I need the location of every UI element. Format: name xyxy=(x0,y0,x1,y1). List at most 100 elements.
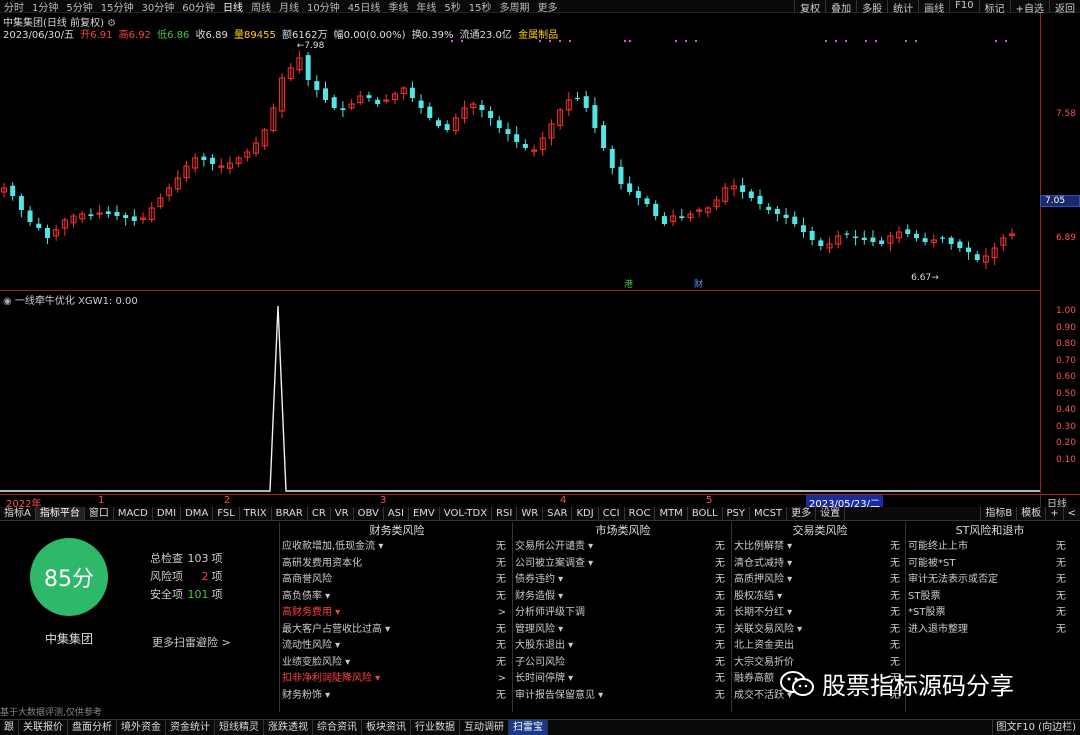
tabbar-right-button[interactable]: < xyxy=(1062,507,1080,520)
bottom-tab[interactable]: 跟 xyxy=(0,720,19,735)
indicator-tab[interactable]: DMA xyxy=(181,507,214,520)
indicator-tab[interactable]: MCST xyxy=(750,507,788,520)
timeframe-tab[interactable]: 多周期 xyxy=(496,0,534,14)
bottom-tab[interactable]: 盘面分析 xyxy=(68,720,117,735)
risk-item[interactable]: ST股票 无 xyxy=(908,589,1072,606)
risk-item[interactable]: 财务粉饰 ▾ 无 xyxy=(282,688,512,705)
indicator-tab[interactable]: CR xyxy=(308,507,331,520)
tabbar-right-button[interactable]: 指标B xyxy=(980,507,1016,520)
toolbar-button[interactable]: 多股 xyxy=(856,0,887,15)
indicator-tab[interactable]: ROC xyxy=(625,507,656,520)
bottom-tab[interactable]: 关联报价 xyxy=(19,720,68,735)
toolbar-button[interactable]: 返回 xyxy=(1049,0,1080,15)
timeframe-tab[interactable]: 日线 xyxy=(219,0,247,14)
indicator-tab[interactable]: 指标A xyxy=(0,507,36,520)
risk-item[interactable]: 大比例解禁 ▾ 无 xyxy=(734,539,906,556)
timeframe-tab[interactable]: 30分钟 xyxy=(137,0,178,14)
timeframe-tab[interactable]: 周线 xyxy=(247,0,275,14)
timeframe-tab[interactable]: 1分钟 xyxy=(28,0,62,14)
indicator-tab[interactable]: WR xyxy=(517,507,544,520)
bottom-tab[interactable]: 涨跌透视 xyxy=(264,720,313,735)
timeframe-tab[interactable]: 分时 xyxy=(0,0,28,14)
risk-item[interactable]: 股权冻结 ▾ 无 xyxy=(734,589,906,606)
indicator-tab[interactable]: 设置 xyxy=(816,507,846,520)
indicator-tab[interactable]: 更多 xyxy=(787,507,817,520)
bottom-tab[interactable]: 综合资讯 xyxy=(313,720,362,735)
risk-item[interactable]: 最大客户占营收比过高 ▾ 无 xyxy=(282,622,512,639)
risk-item[interactable]: 分析师评级下调 无 xyxy=(515,605,731,622)
risk-item[interactable]: 高质押风险 ▾ 无 xyxy=(734,572,906,589)
bottom-tab[interactable]: 境外资金 xyxy=(117,720,166,735)
tabbar-right-button[interactable]: 模板 xyxy=(1016,507,1045,520)
timeframe-tab[interactable]: 5分钟 xyxy=(62,0,96,14)
indicator-tab[interactable]: OBV xyxy=(354,507,384,520)
risk-item[interactable]: 公司被立案调查 ▾ 无 xyxy=(515,556,731,573)
risk-item[interactable]: 交易所公开谴责 ▾ 无 xyxy=(515,539,731,556)
risk-item[interactable]: 进入退市整理 无 xyxy=(908,622,1072,639)
risk-item[interactable]: 审计报告保留意见 ▾ 无 xyxy=(515,688,731,705)
timeframe-tab[interactable]: 年线 xyxy=(412,0,440,14)
tabbar-right-button[interactable]: + xyxy=(1045,507,1062,520)
candlestick-chart[interactable]: ←7.98 6.67→ 港 财 xyxy=(0,38,1040,288)
risk-item[interactable]: *ST股票 无 xyxy=(908,605,1072,622)
timeframe-tab[interactable]: 60分钟 xyxy=(178,0,219,14)
timeframe-tab[interactable]: 45日线 xyxy=(344,0,385,14)
risk-item[interactable]: 长期不分红 ▾ 无 xyxy=(734,605,906,622)
risk-item[interactable]: 高负债率 ▾ 无 xyxy=(282,589,512,606)
indicator-tab[interactable]: KDJ xyxy=(572,507,599,520)
risk-item[interactable]: 债券违约 ▾ 无 xyxy=(515,572,731,589)
indicator-tab[interactable]: VOL-TDX xyxy=(440,507,493,520)
bottom-tab[interactable]: 互动调研 xyxy=(460,720,509,735)
toolbar-button[interactable]: +自选 xyxy=(1009,0,1049,15)
bottom-tab[interactable]: 短线精灵 xyxy=(215,720,264,735)
risk-item[interactable]: 流动性风险 ▾ 无 xyxy=(282,638,512,655)
indicator-tab[interactable]: PSY xyxy=(723,507,751,520)
f10-button[interactable]: 图文F10 (向边栏) xyxy=(991,720,1080,735)
risk-item[interactable]: 高财务费用 ▾ > xyxy=(282,605,512,622)
risk-item[interactable]: 管理风险 ▾ 无 xyxy=(515,622,731,639)
risk-item[interactable]: 业绩变脸风险 ▾ 无 xyxy=(282,655,512,672)
indicator-tab[interactable]: MACD xyxy=(114,507,153,520)
indicator-tab[interactable]: FSL xyxy=(213,507,240,520)
toolbar-button[interactable]: 画线 xyxy=(918,0,949,15)
indicator-tab[interactable]: DMI xyxy=(153,507,182,520)
indicator-tab[interactable]: VR xyxy=(331,507,354,520)
bottom-tab[interactable]: 行业数据 xyxy=(411,720,460,735)
timeframe-tab[interactable]: 5秒 xyxy=(440,0,464,14)
risk-item[interactable]: 审计无法表示或否定 无 xyxy=(908,572,1072,589)
risk-item[interactable]: 北上资金卖出 无 xyxy=(734,638,906,655)
timeframe-tab[interactable]: 15秒 xyxy=(465,0,496,14)
risk-item[interactable]: 大股东退出 ▾ 无 xyxy=(515,638,731,655)
risk-item[interactable]: 扣非净利润陡降风险 ▾ > xyxy=(282,671,512,688)
bottom-tab[interactable]: 扫雷宝 xyxy=(509,720,548,735)
risk-item[interactable]: 可能被*ST 无 xyxy=(908,556,1072,573)
indicator-tab[interactable]: SAR xyxy=(543,507,573,520)
timeframe-tab[interactable]: 15分钟 xyxy=(97,0,138,14)
bottom-tab[interactable]: 资金统计 xyxy=(166,720,215,735)
risk-item[interactable]: 高商誉风险 无 xyxy=(282,572,512,589)
indicator-tab[interactable]: RSI xyxy=(492,507,518,520)
bottom-tab[interactable]: 板块资讯 xyxy=(362,720,411,735)
risk-item[interactable]: 财务造假 ▾ 无 xyxy=(515,589,731,606)
indicator-chart[interactable] xyxy=(0,300,1040,493)
timeframe-tab[interactable]: 季线 xyxy=(384,0,412,14)
indicator-tab[interactable]: BRAR xyxy=(272,507,308,520)
risk-item[interactable]: 清仓式减持 ▾ 无 xyxy=(734,556,906,573)
more-scan-link[interactable]: 更多扫雷避险 > xyxy=(152,634,231,650)
indicator-tab[interactable]: BOLL xyxy=(688,507,723,520)
risk-item[interactable]: 可能终止上市 无 xyxy=(908,539,1072,556)
indicator-tab[interactable]: TRIX xyxy=(240,507,272,520)
timeframe-tab[interactable]: 月线 xyxy=(275,0,303,14)
indicator-tab[interactable]: 窗口 xyxy=(85,507,114,520)
indicator-tab[interactable]: MTM xyxy=(655,507,688,520)
toolbar-button[interactable]: F10 xyxy=(949,0,978,13)
toolbar-button[interactable]: 标记 xyxy=(978,0,1010,15)
indicator-tab[interactable]: CCI xyxy=(599,507,625,520)
risk-item[interactable]: 应收款增加,低现金流 ▾ 无 xyxy=(282,539,512,556)
timeframe-tab[interactable]: 更多 xyxy=(534,0,562,14)
indicator-tab[interactable]: ASI xyxy=(384,507,409,520)
toolbar-button[interactable]: 复权 xyxy=(794,0,825,15)
risk-item[interactable]: 长时间停牌 ▾ 无 xyxy=(515,671,731,688)
risk-item[interactable]: 高研发费用资本化 无 xyxy=(282,556,512,573)
indicator-tab[interactable]: 指标平台 xyxy=(35,507,85,520)
